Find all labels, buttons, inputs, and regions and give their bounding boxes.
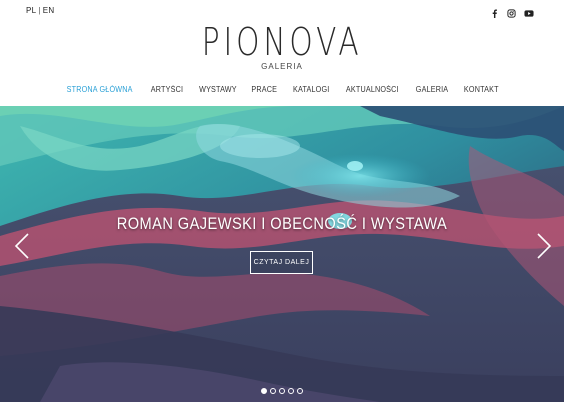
nav-item-works[interactable]: PRACE — [246, 85, 283, 94]
slider-dot-1[interactable] — [261, 388, 267, 394]
nav-item-catalogs[interactable]: KATALOGI — [288, 85, 335, 94]
slider-dot-5[interactable] — [297, 388, 303, 394]
hero-title: ROMAN GAJEWSKI I OBECNOŚĆ I WYSTAWA — [116, 214, 448, 233]
read-more-button[interactable]: CZYTAJ DALEJ — [250, 251, 313, 274]
slider-dot-4[interactable] — [288, 388, 294, 394]
slider-dot-2[interactable] — [270, 388, 276, 394]
slider-prev-arrow-icon[interactable] — [14, 232, 30, 260]
top-bar: PL | EN — [0, 0, 564, 22]
youtube-icon[interactable] — [524, 5, 534, 17]
lang-en-link[interactable]: EN — [43, 6, 55, 15]
social-links — [490, 5, 534, 18]
nav-item-gallery[interactable]: GALERIA — [410, 85, 453, 94]
slider-dot-3[interactable] — [279, 388, 285, 394]
slider-next-arrow-icon[interactable] — [536, 232, 552, 260]
nav-item-artists[interactable]: ARTYŚCI — [145, 85, 188, 94]
instagram-icon[interactable] — [507, 5, 516, 18]
hero-slider: ROMAN GAJEWSKI I OBECNOŚĆ I WYSTAWA CZYT… — [0, 106, 564, 402]
nav-item-home[interactable]: STRONA GŁÓWNA — [62, 85, 139, 94]
nav-item-news[interactable]: AKTUALNOŚCI — [341, 85, 405, 94]
nav-item-exhibitions[interactable]: WYSTAWY — [193, 85, 241, 94]
main-navigation: STRONA GŁÓWNA ARTYŚCI WYSTAWY PRACE KATA… — [0, 85, 564, 94]
nav-item-contact[interactable]: KONTAKT — [459, 85, 505, 94]
brand-header: PIONOVA GALERIA — [0, 20, 564, 71]
facebook-icon[interactable] — [490, 5, 499, 18]
site-logo[interactable]: PIONOVA — [202, 20, 363, 64]
site-subtitle: GALERIA — [261, 62, 303, 71]
slider-pagination — [0, 388, 564, 394]
lang-pl-link[interactable]: PL — [26, 6, 36, 15]
lang-separator: | — [38, 6, 41, 15]
language-switcher: PL | EN — [26, 6, 55, 15]
